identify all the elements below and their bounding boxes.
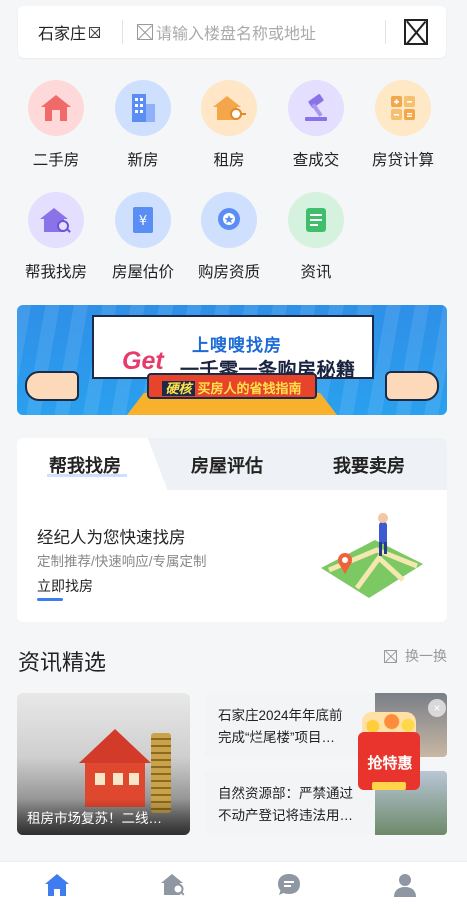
news-item-line2: 完成“烂尾楼”项目… <box>218 730 335 745</box>
banner-badge: 硬核 <box>162 381 195 396</box>
user-icon[interactable] <box>392 872 418 898</box>
news-item-line1: 石家庄2024年年底前 <box>218 708 343 723</box>
news-heading: 资讯精选 <box>18 650 107 675</box>
gavel-icon <box>288 80 344 136</box>
home-icon[interactable] <box>44 872 70 898</box>
service-tab-card: 帮我找房 房屋评估 我要卖房 经纪人为您快速找房 定制推荐/快速响应/专属定制 … <box>17 438 447 622</box>
news-item-line2: 不动产登记将违法用… <box>218 808 353 823</box>
promo-floating-badge[interactable]: 抢特惠 <box>358 712 422 796</box>
tab-valuation[interactable]: 房屋评估 <box>191 452 263 478</box>
key-house-icon <box>201 80 257 136</box>
refresh-button[interactable]: 换一换 <box>384 646 447 666</box>
grid-item-new-home[interactable]: 新房 <box>100 80 186 170</box>
featured-news-caption: 租房市场复苏！二线… <box>27 811 162 826</box>
house-search-icon[interactable] <box>160 872 186 898</box>
refresh-icon <box>384 649 397 663</box>
divider <box>385 20 386 44</box>
grid-label: 房屋估价 <box>111 264 174 281</box>
grid-item-mortgage-calc[interactable]: 房贷计算 <box>360 80 446 170</box>
qualification-icon <box>201 192 257 248</box>
grid-label: 新房 <box>127 152 159 169</box>
grid-item-rent[interactable]: 租房 <box>186 80 272 170</box>
calculator-icon <box>375 80 431 136</box>
search-placeholder: 请输入楼盘名称或地址 <box>156 26 317 43</box>
app-screen: { "search": { "city": "石家庄", "placeholde… <box>0 0 467 906</box>
valuation-icon: ¥ <box>115 192 171 248</box>
house-icon <box>28 80 84 136</box>
grid-label: 二手房 <box>32 152 80 169</box>
city-selector[interactable]: 石家庄 <box>18 20 122 44</box>
link-underline <box>37 598 63 601</box>
chat-icon[interactable] <box>276 872 302 898</box>
banner-ribbon: 硬核 买房人的省钱指南 <box>147 373 317 399</box>
news-item-line1: 自然资源部：严禁通过 <box>218 786 353 801</box>
banner-card: 上嗖嗖找房 Get 一千零一条购房秘籍 <box>92 315 374 381</box>
grid-label: 资讯 <box>300 264 332 281</box>
map-illustration-icon <box>321 513 423 598</box>
search-bar: 石家庄 请输入楼盘名称或地址 <box>18 6 446 58</box>
pointing-hand-right-icon <box>385 371 439 401</box>
promo-banner[interactable]: 上嗖嗖找房 Get 一千零一条购房秘籍 硬核 买房人的省钱指南 <box>17 305 447 415</box>
building-icon <box>115 80 171 136</box>
news-icon <box>288 192 344 248</box>
tab-sell-home[interactable]: 我要卖房 <box>333 452 405 478</box>
refresh-label: 换一换 <box>405 648 447 664</box>
search-icon <box>137 24 153 40</box>
banner-top-text: 上嗖嗖找房 <box>192 336 282 355</box>
city-label: 石家庄 <box>38 26 87 43</box>
grid-label: 租房 <box>213 152 245 169</box>
grid-item-second-hand[interactable]: 二手房 <box>13 80 99 170</box>
tab-content-title: 经纪人为您快速找房 <box>37 529 186 547</box>
find-home-link[interactable]: 立即找房 <box>37 576 93 596</box>
grid-item-news[interactable]: 资讯 <box>273 192 359 282</box>
banner-get-text: Get <box>122 347 164 375</box>
tab-content-subtitle: 定制推荐/快速响应/专属定制 <box>37 554 207 569</box>
map-icon[interactable] <box>404 19 428 45</box>
search-input[interactable]: 请输入楼盘名称或地址 <box>123 20 385 44</box>
house-search-icon <box>28 192 84 248</box>
grid-item-check-deals[interactable]: 查成交 <box>273 80 359 170</box>
bottom-nav <box>0 861 467 906</box>
grid-item-valuation[interactable]: ¥ 房屋估价 <box>100 192 186 282</box>
pointing-hand-left-icon <box>25 371 79 401</box>
grid-label: 帮我找房 <box>24 264 87 281</box>
tab-find-home[interactable]: 帮我找房 <box>49 452 121 478</box>
grid-item-qualification[interactable]: 购房资质 <box>186 192 272 282</box>
promo-label: 抢特惠 <box>367 755 413 772</box>
grid-item-find-home[interactable]: 帮我找房 <box>13 192 99 282</box>
grid-label: 查成交 <box>292 152 340 169</box>
grid-label: 房贷计算 <box>371 152 434 169</box>
svg-text:¥: ¥ <box>139 214 147 229</box>
promo-strip <box>372 782 406 790</box>
house-roof-image <box>79 729 151 763</box>
featured-news-card[interactable]: 租房市场复苏！二线… <box>17 693 190 835</box>
close-icon[interactable]: × <box>428 699 446 717</box>
banner-ribbon-text: 买房人的省钱指南 <box>197 381 302 396</box>
city-dropdown-icon <box>89 26 101 38</box>
grid-label: 购房资质 <box>197 264 260 281</box>
